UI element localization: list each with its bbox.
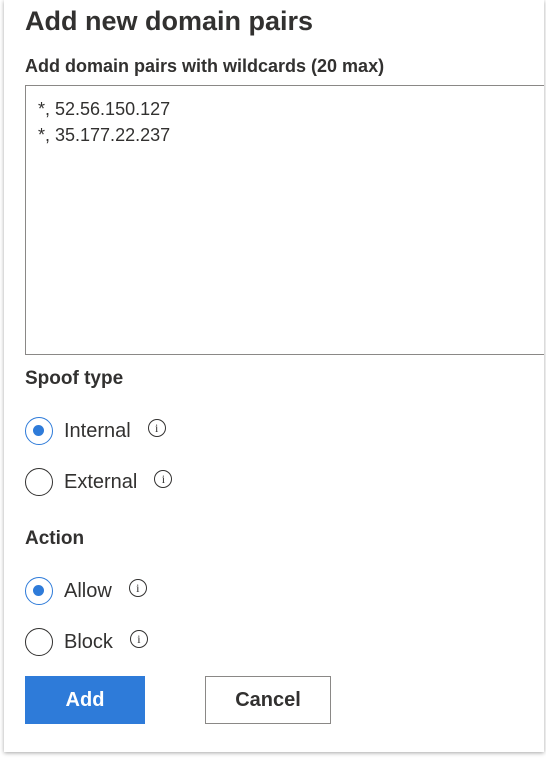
info-icon[interactable]: i [154,470,173,488]
radio-button-block[interactable] [25,628,53,656]
radio-label-allow: Allow [64,579,112,602]
cancel-button[interactable]: Cancel [205,676,331,724]
radio-label-internal: Internal [64,419,131,442]
add-domain-pairs-panel: Add new domain pairs Add domain pairs wi… [4,0,544,752]
radio-internal[interactable]: Internal i [25,416,166,446]
domain-pair-line: *, 35.177.22.237 [38,125,171,145]
domain-pairs-textarea[interactable]: *, 52.56.150.127 *, 35.177.22.237 [25,85,544,355]
radio-button-internal[interactable] [25,417,53,445]
info-icon[interactable]: i [129,630,148,648]
info-icon[interactable]: i [147,419,166,437]
info-icon[interactable]: i [128,579,147,597]
radio-label-block: Block [64,630,113,653]
spoof-type-label: Spoof type [25,368,124,389]
radio-external[interactable]: External i [25,467,173,497]
radio-button-allow[interactable] [25,577,53,605]
radio-button-external[interactable] [25,468,53,496]
radio-label-external: External [64,470,138,493]
domain-pair-line: *, 52.56.150.127 [38,99,171,119]
panel-title: Add new domain pairs [25,6,314,36]
add-button[interactable]: Add [25,676,145,724]
action-label: Action [25,528,85,549]
domain-pairs-label: Add domain pairs with wildcards (20 max) [25,56,385,76]
radio-block[interactable]: Block i [25,627,148,657]
radio-allow[interactable]: Allow i [25,576,147,606]
